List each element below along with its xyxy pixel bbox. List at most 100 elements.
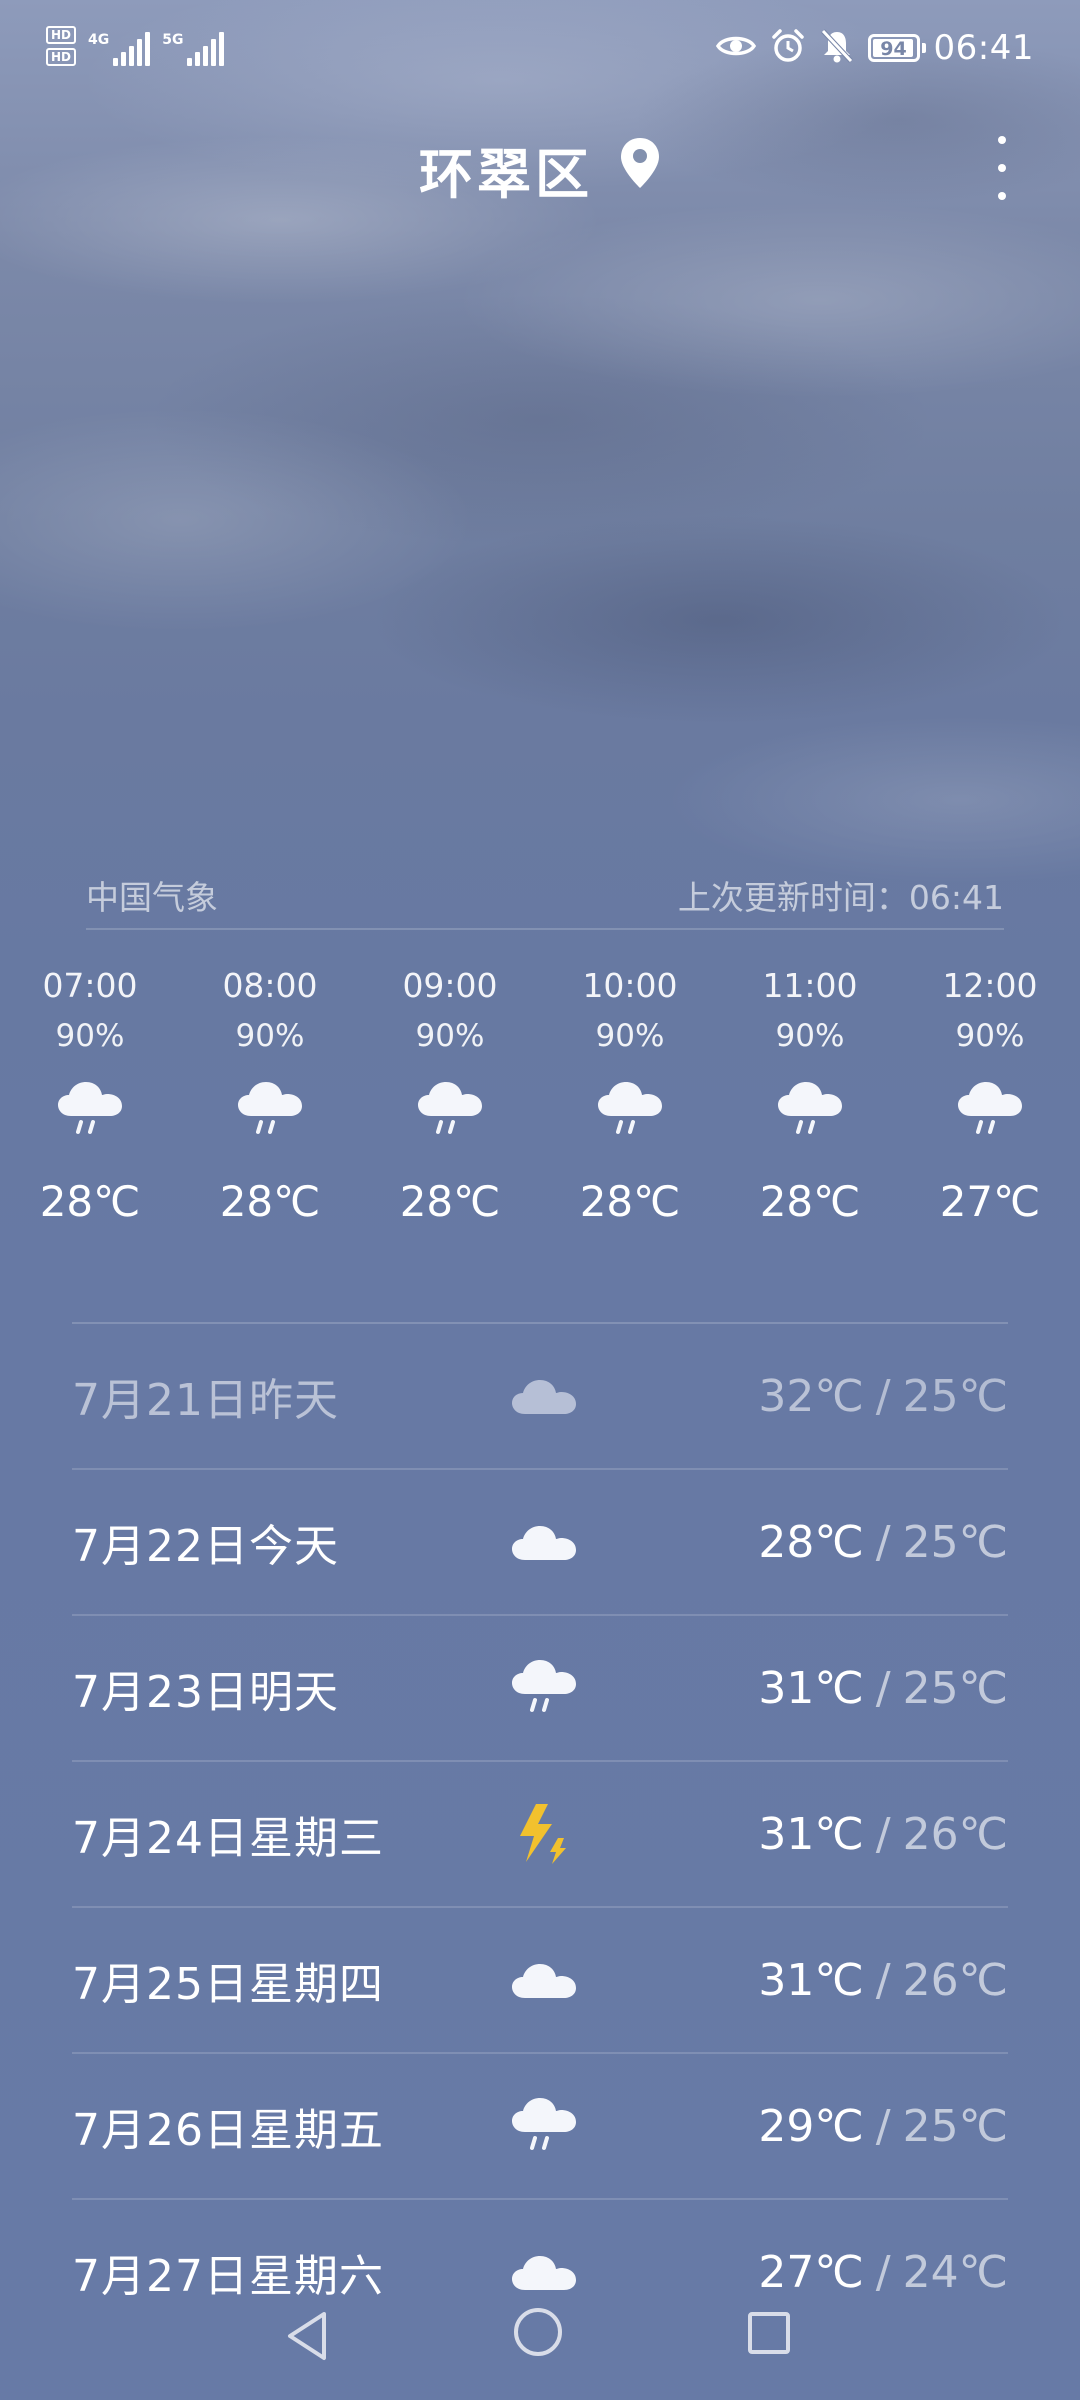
hd-indicators: HD HD (46, 26, 77, 66)
temp-separator: / (875, 1808, 891, 1860)
hd-badge-2: HD (46, 48, 77, 66)
day-temps: 32℃/25℃ (758, 1371, 1008, 1422)
hourly-item: 08:00 90% 28℃ (180, 960, 360, 1244)
hour-temp: 28℃ (219, 1177, 321, 1226)
day-date: 7月25日星期四 (72, 1959, 384, 2010)
temp-separator: / (875, 1516, 891, 1568)
daily-row[interactable]: 7月26日星期五 29℃/25℃ (72, 2054, 1008, 2200)
daily-row[interactable]: 7月25日星期四 31℃/26℃ (72, 1908, 1008, 2054)
day-low: 25℃ (902, 1370, 1008, 1422)
day-temps: 31℃/25℃ (758, 1663, 1008, 1714)
recent-apps-icon[interactable] (748, 2312, 790, 2354)
day-date: 7月23日明天 (72, 1667, 339, 1718)
mute-bell-icon (820, 28, 854, 68)
hour-temp: 28℃ (39, 1177, 141, 1226)
hour-time: 12:00 (942, 966, 1038, 1005)
back-icon[interactable] (284, 2310, 332, 2366)
network-type-2: 5G (162, 32, 184, 48)
temp-separator: / (875, 1370, 891, 1422)
day-temps: 31℃/26℃ (758, 1955, 1008, 2006)
status-left: HD HD 4G 5G (46, 26, 225, 66)
battery-icon: 94 (867, 34, 926, 62)
hour-time: 09:00 (402, 966, 498, 1005)
more-vertical-icon[interactable] (990, 136, 1014, 200)
location-name: 环翠区 (419, 143, 593, 206)
day-low: 25℃ (902, 1662, 1008, 1714)
weather-screen: HD HD 4G 5G 94 06:41 环翠区 中国气象 上次更新时间：06:… (0, 0, 1080, 2400)
hourly-item: 09:00 90% 28℃ (360, 960, 540, 1244)
navigation-bar (0, 2290, 1080, 2400)
hour-precip: 90% (55, 1018, 125, 1054)
location-pin-icon (619, 136, 661, 203)
day-high: 32℃ (758, 1370, 864, 1422)
rain-cloud-icon (415, 1060, 485, 1160)
hourly-item: 12:00 90% 27℃ (900, 960, 1080, 1244)
hour-precip: 90% (235, 1018, 305, 1054)
hour-time: 07:00 (42, 966, 138, 1005)
day-high: 28℃ (758, 1516, 864, 1568)
location-header[interactable]: 环翠区 (0, 130, 1080, 209)
status-bar: HD HD 4G 5G 94 06:41 (0, 0, 1080, 100)
day-date: 7月21日昨天 (72, 1375, 339, 1426)
daily-forecast: 7月21日昨天 32℃/25℃ 7月22日今天 28℃/25℃ 7月23日明天 … (72, 1324, 1008, 2344)
signal-bars-icon (113, 32, 151, 66)
daily-row[interactable]: 7月23日明天 31℃/25℃ (72, 1616, 1008, 1762)
network-1: 4G (88, 32, 151, 66)
eye-icon (715, 32, 756, 64)
hour-temp: 28℃ (399, 1177, 501, 1226)
rain-cloud-icon (235, 1060, 305, 1160)
cloud-icon (504, 1944, 584, 2016)
rain-cloud-icon (504, 2090, 584, 2162)
day-high: 31℃ (758, 1808, 864, 1860)
hourly-item: 11:00 90% 28℃ (720, 960, 900, 1244)
hour-temp: 27℃ (939, 1177, 1041, 1226)
daily-row[interactable]: 7月24日星期三 31℃/26℃ (72, 1762, 1008, 1908)
day-date: 7月24日星期三 (72, 1813, 384, 1864)
hour-precip: 90% (595, 1018, 665, 1054)
day-high: 31℃ (758, 1954, 864, 2006)
network-type-1: 4G (88, 32, 110, 48)
hourly-item: 10:00 90% 28℃ (540, 960, 720, 1244)
hourly-item: 07:00 90% 28℃ (0, 960, 180, 1244)
home-icon[interactable] (514, 2308, 562, 2356)
hour-precip: 90% (775, 1018, 845, 1054)
clock: 06:41 (933, 28, 1034, 68)
rain-cloud-icon (55, 1060, 125, 1160)
hour-temp: 28℃ (579, 1177, 681, 1226)
last-updated: 上次更新时间：06:41 (677, 878, 1004, 917)
day-date: 7月26日星期五 (72, 2105, 384, 2156)
data-source-row: 中国气象 上次更新时间：06:41 (86, 862, 1004, 930)
hd-badge-1: HD (46, 26, 77, 44)
temp-separator: / (875, 1954, 891, 2006)
thunder-icon (504, 1798, 584, 1870)
day-low: 26℃ (902, 1808, 1008, 1860)
hour-precip: 90% (955, 1018, 1025, 1054)
day-low: 26℃ (902, 1954, 1008, 2006)
signal-bars-icon (187, 32, 225, 66)
rain-cloud-icon (595, 1060, 665, 1160)
status-right: 94 06:41 (715, 28, 1034, 68)
rain-cloud-icon (775, 1060, 845, 1160)
day-temps: 28℃/25℃ (758, 1517, 1008, 1568)
hour-time: 10:00 (582, 966, 678, 1005)
hour-time: 11:00 (762, 966, 858, 1005)
day-temps: 29℃/25℃ (758, 2101, 1008, 2152)
daily-row[interactable]: 7月21日昨天 32℃/25℃ (72, 1324, 1008, 1470)
hour-precip: 90% (415, 1018, 485, 1054)
hour-temp: 28℃ (759, 1177, 861, 1226)
alarm-icon (770, 28, 806, 68)
day-low: 25℃ (902, 1516, 1008, 1568)
day-high: 29℃ (758, 2100, 864, 2152)
day-high: 31℃ (758, 1662, 864, 1714)
rain-cloud-icon (955, 1060, 1025, 1160)
hourly-forecast[interactable]: 07:00 90% 28℃ 08:00 90% 28℃ 09:00 90% 28… (0, 960, 1080, 1244)
hour-time: 08:00 (222, 966, 318, 1005)
network-2: 5G (162, 32, 225, 66)
cloud-icon (504, 1360, 584, 1432)
day-date: 7月22日今天 (72, 1521, 339, 1572)
rain-cloud-icon (504, 1652, 584, 1724)
daily-row[interactable]: 7月22日今天 28℃/25℃ (72, 1470, 1008, 1616)
temp-separator: / (875, 2100, 891, 2152)
data-provider: 中国气象 (86, 878, 218, 917)
day-temps: 31℃/26℃ (758, 1809, 1008, 1860)
